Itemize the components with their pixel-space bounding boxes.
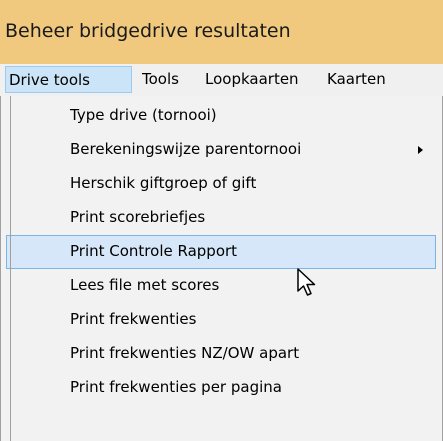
- menu-item-print-frekwenties[interactable]: Print frekwenties: [6, 303, 436, 337]
- menu-item-lees-file-met-scores[interactable]: Lees file met scores: [6, 269, 436, 303]
- menu-kaarten[interactable]: Kaarten: [327, 66, 386, 93]
- menu-item-print-frekwenties-per-pagina[interactable]: Print frekwenties per pagina: [6, 371, 436, 405]
- menu-item-label: Print frekwenties: [70, 310, 197, 328]
- menu-item-label: Print Controle Rapport: [70, 242, 238, 260]
- menu-item-label: Berekeningswijze parentornooi: [70, 140, 302, 158]
- menubar: Drive tools Tools Loopkaarten Kaarten: [0, 64, 443, 96]
- menu-gutter-divider: [10, 96, 11, 441]
- drive-tools-dropdown: Type drive (tornooi) Berekeningswijze pa…: [0, 96, 443, 441]
- menu-loopkaarten[interactable]: Loopkaarten: [205, 66, 299, 93]
- menu-item-label: Print frekwenties per pagina: [70, 378, 282, 396]
- menu-item-print-controle-rapport[interactable]: Print Controle Rapport: [6, 235, 436, 269]
- window-titlebar: Beheer bridgedrive resultaten: [0, 0, 443, 64]
- submenu-arrow-icon: [418, 146, 423, 154]
- menu-item-label: Print frekwenties NZ/OW apart: [70, 344, 300, 362]
- menu-item-print-scorebriefjes[interactable]: Print scorebriefjes: [6, 201, 436, 235]
- menu-drive-tools[interactable]: Drive tools: [5, 66, 132, 93]
- window-title: Beheer bridgedrive resultaten: [5, 20, 291, 42]
- menu-item-herschik-giftgroep[interactable]: Herschik giftgroep of gift: [6, 167, 436, 201]
- menu-item-berekeningswijze-parentornooi[interactable]: Berekeningswijze parentornooi: [6, 133, 436, 167]
- menu-item-label: Lees file met scores: [70, 276, 220, 294]
- menu-item-print-frekwenties-nz-ow[interactable]: Print frekwenties NZ/OW apart: [6, 337, 436, 371]
- menu-item-label: Print scorebriefjes: [70, 208, 206, 226]
- menu-item-label: Type drive (tornooi): [70, 106, 217, 124]
- mouse-cursor-icon: [297, 268, 316, 296]
- menu-item-label: Herschik giftgroep of gift: [70, 174, 257, 192]
- menu-item-type-drive[interactable]: Type drive (tornooi): [6, 99, 436, 133]
- menu-tools[interactable]: Tools: [142, 66, 179, 93]
